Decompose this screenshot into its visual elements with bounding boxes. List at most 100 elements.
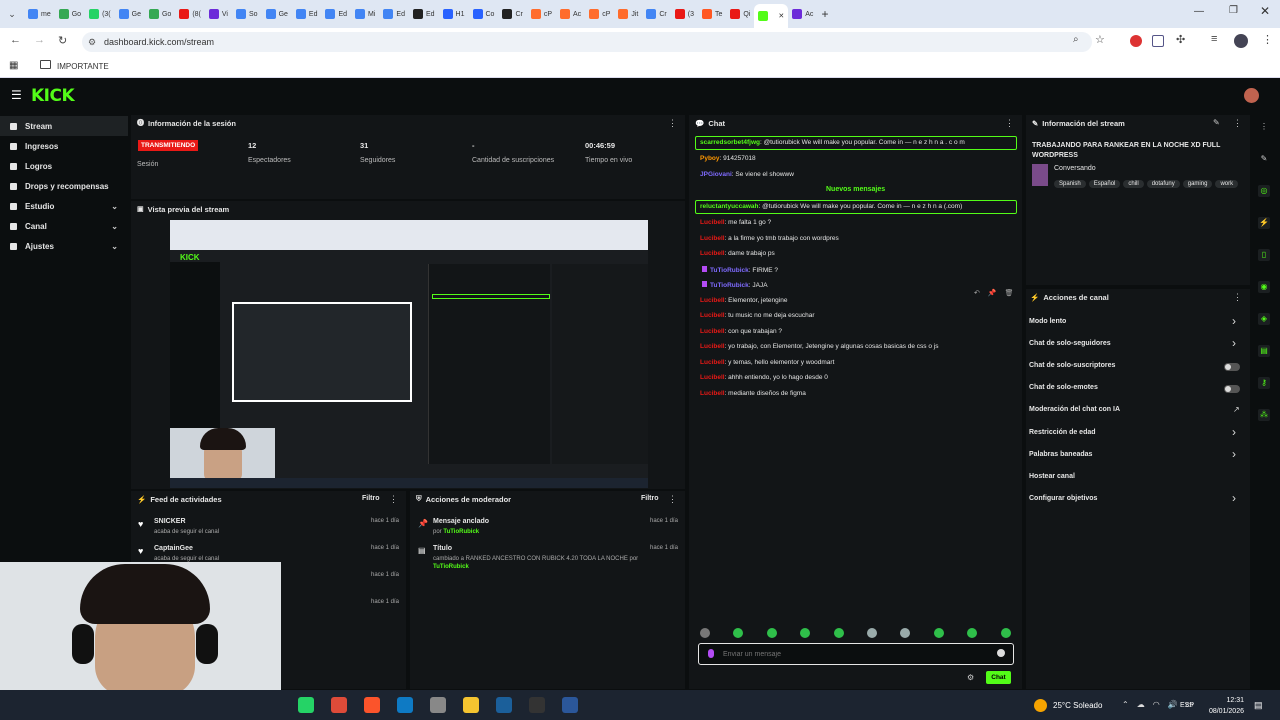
sidebar-item-ajustes[interactable]: Ajustes ⌄ xyxy=(0,236,128,256)
network-icon[interactable]: ⁂ xyxy=(1258,409,1270,421)
close-tab-icon[interactable]: ✕ xyxy=(778,12,784,20)
browser-tab[interactable]: Cr xyxy=(642,4,670,24)
vscode-icon[interactable] xyxy=(397,697,413,713)
chat-bubble-icon[interactable]: ◉ xyxy=(1258,281,1270,293)
channel-action-moderaci-n-del-chat-con-ia[interactable]: Moderación del chat con IA xyxy=(1029,406,1120,413)
sidebar-item-canal[interactable]: Canal ⌄ xyxy=(0,216,128,236)
profile-icon[interactable] xyxy=(1234,34,1248,48)
browser-tab[interactable]: cP xyxy=(585,4,614,24)
reload-icon[interactable]: ↻ xyxy=(58,34,67,47)
browser-tab[interactable]: Ed xyxy=(292,4,322,24)
channel-action-chat-de-solo-emotes[interactable]: Chat de solo-emotes xyxy=(1029,384,1098,391)
mic-icon[interactable] xyxy=(708,649,714,658)
mod-action-user[interactable]: TuTioRubick xyxy=(443,529,479,535)
stream-tag[interactable]: gaming xyxy=(1182,180,1213,188)
new-tab-button[interactable]: + xyxy=(821,7,828,21)
bookmark-folder[interactable]: IMPORTANTE xyxy=(57,62,109,71)
more-icon[interactable]: ⋮ xyxy=(1233,118,1242,129)
more-icon[interactable]: ⋮ xyxy=(389,494,398,505)
mod-action-user[interactable]: TuTioRubick xyxy=(433,564,469,570)
mod-filter-button[interactable]: Filtro xyxy=(641,495,659,502)
more-icon[interactable]: ⋮ xyxy=(1005,118,1014,129)
url-field[interactable]: ⚙ dashboard.kick.com/stream xyxy=(82,32,1092,52)
sidebar-item-ingresos[interactable]: Ingresos xyxy=(0,136,128,156)
volume-icon[interactable]: 🔊 xyxy=(1168,700,1178,709)
browser-tab[interactable]: Qi xyxy=(726,4,754,24)
emote-icon[interactable] xyxy=(867,628,877,638)
notification-icon[interactable]: ▤ xyxy=(1254,700,1263,711)
stream-category[interactable]: Conversando xyxy=(1054,165,1096,172)
chat-input-box[interactable] xyxy=(698,643,1014,665)
folder-icon[interactable] xyxy=(40,60,51,69)
chat-username[interactable]: Lucibell xyxy=(700,374,725,381)
hamburger-icon[interactable]: ☰ xyxy=(11,88,22,102)
chat-username[interactable]: Lucibell xyxy=(700,297,725,304)
emote-icon[interactable] xyxy=(1000,628,1011,638)
chat-settings-icon[interactable]: ⚙ xyxy=(967,673,974,682)
card-icon[interactable]: ▤ xyxy=(1258,345,1270,357)
kick-logo[interactable]: KICK xyxy=(31,86,75,106)
user-avatar[interactable] xyxy=(1244,88,1259,103)
star-icon[interactable]: ☆ xyxy=(1095,33,1105,46)
browser-tab[interactable]: Ac xyxy=(788,4,817,24)
emote-icon[interactable] xyxy=(933,628,944,638)
activity-user[interactable]: CaptainGee xyxy=(154,545,193,552)
chevron-right-icon[interactable]: › xyxy=(1232,447,1236,461)
activity-user[interactable]: SNICKER xyxy=(154,518,186,525)
extension-icon[interactable] xyxy=(1152,35,1164,47)
weather-widget[interactable]: 25°C Soleado xyxy=(1034,699,1102,712)
browser-tab[interactable]: Go xyxy=(55,4,85,24)
browser-tab[interactable]: Te xyxy=(698,4,726,24)
pin-icon[interactable]: 📌 xyxy=(988,289,997,301)
chat-username[interactable]: Lucibell xyxy=(700,250,725,257)
target-icon[interactable]: ◎ xyxy=(1258,185,1270,197)
stream-tag[interactable]: Español xyxy=(1088,180,1121,188)
chat-username[interactable]: TuTioRubick xyxy=(710,282,749,289)
channel-action-configurar-objetivos[interactable]: Configurar objetivos xyxy=(1029,495,1097,502)
site-info-icon[interactable]: ⚙ xyxy=(88,32,96,52)
browser-tab[interactable]: Co xyxy=(469,4,499,24)
stream-tag[interactable]: work xyxy=(1215,180,1239,188)
channel-action-modo-lento[interactable]: Modo lento xyxy=(1029,318,1066,325)
external-link-icon[interactable]: ↗ xyxy=(1233,405,1240,414)
close-window-button[interactable]: ✕ xyxy=(1260,4,1270,18)
stream-tag[interactable]: dotafuny xyxy=(1146,180,1180,188)
minimize-button[interactable]: — xyxy=(1194,6,1204,17)
browser-tab[interactable]: (8( xyxy=(175,4,205,24)
settings-icon[interactable] xyxy=(430,697,446,713)
chat-username[interactable]: reluctantyuccawah xyxy=(700,203,759,210)
browser-tab[interactable]: Ed xyxy=(379,4,409,24)
word-icon[interactable] xyxy=(562,697,578,713)
more-icon[interactable]: ⋮ xyxy=(668,118,677,129)
browser-tab[interactable]: Jit xyxy=(614,4,642,24)
chat-username[interactable]: Lucibell xyxy=(700,235,725,242)
bolt-icon[interactable]: ⚡ xyxy=(1258,217,1270,229)
browser-tab[interactable]: ✕ xyxy=(754,4,789,28)
maximize-button[interactable]: ❐ xyxy=(1229,5,1238,16)
chat-username[interactable]: Lucibell xyxy=(700,390,725,397)
gamepad-icon[interactable]: ◈ xyxy=(1258,313,1270,325)
steam-icon[interactable] xyxy=(496,697,512,713)
browser-tab[interactable]: H1 xyxy=(439,4,469,24)
chat-username[interactable]: TuTioRubick xyxy=(710,267,749,274)
chat-input[interactable] xyxy=(723,648,983,661)
apps-icon[interactable]: ▦ xyxy=(9,60,18,71)
phone-icon[interactable]: ▯ xyxy=(1258,249,1270,261)
channel-action-hostear-canal[interactable]: Hostear canal xyxy=(1029,473,1075,480)
emote-icon[interactable] xyxy=(700,628,710,638)
cloud-icon[interactable]: ☁ xyxy=(1137,700,1145,709)
emote-icon[interactable] xyxy=(833,628,844,638)
forward-icon[interactable]: → xyxy=(34,34,45,46)
tab-list-button[interactable]: ⌄ xyxy=(0,9,24,20)
puzzle-icon[interactable]: ✣ xyxy=(1176,33,1185,46)
more-icon[interactable]: ⋮ xyxy=(668,494,677,505)
browser-tab[interactable]: me xyxy=(24,4,55,24)
browser-tab[interactable]: Ge xyxy=(262,4,292,24)
chevron-right-icon[interactable]: › xyxy=(1232,425,1236,439)
stream-tag[interactable]: chill xyxy=(1123,180,1144,188)
channel-action-palabras-baneadas[interactable]: Palabras baneadas xyxy=(1029,451,1092,458)
browser-tab[interactable]: Mi xyxy=(351,4,379,24)
pencil-icon[interactable]: ✎ xyxy=(1258,153,1270,165)
browser-tab[interactable]: (3 xyxy=(671,4,698,24)
browser-tab[interactable]: Go xyxy=(145,4,175,24)
